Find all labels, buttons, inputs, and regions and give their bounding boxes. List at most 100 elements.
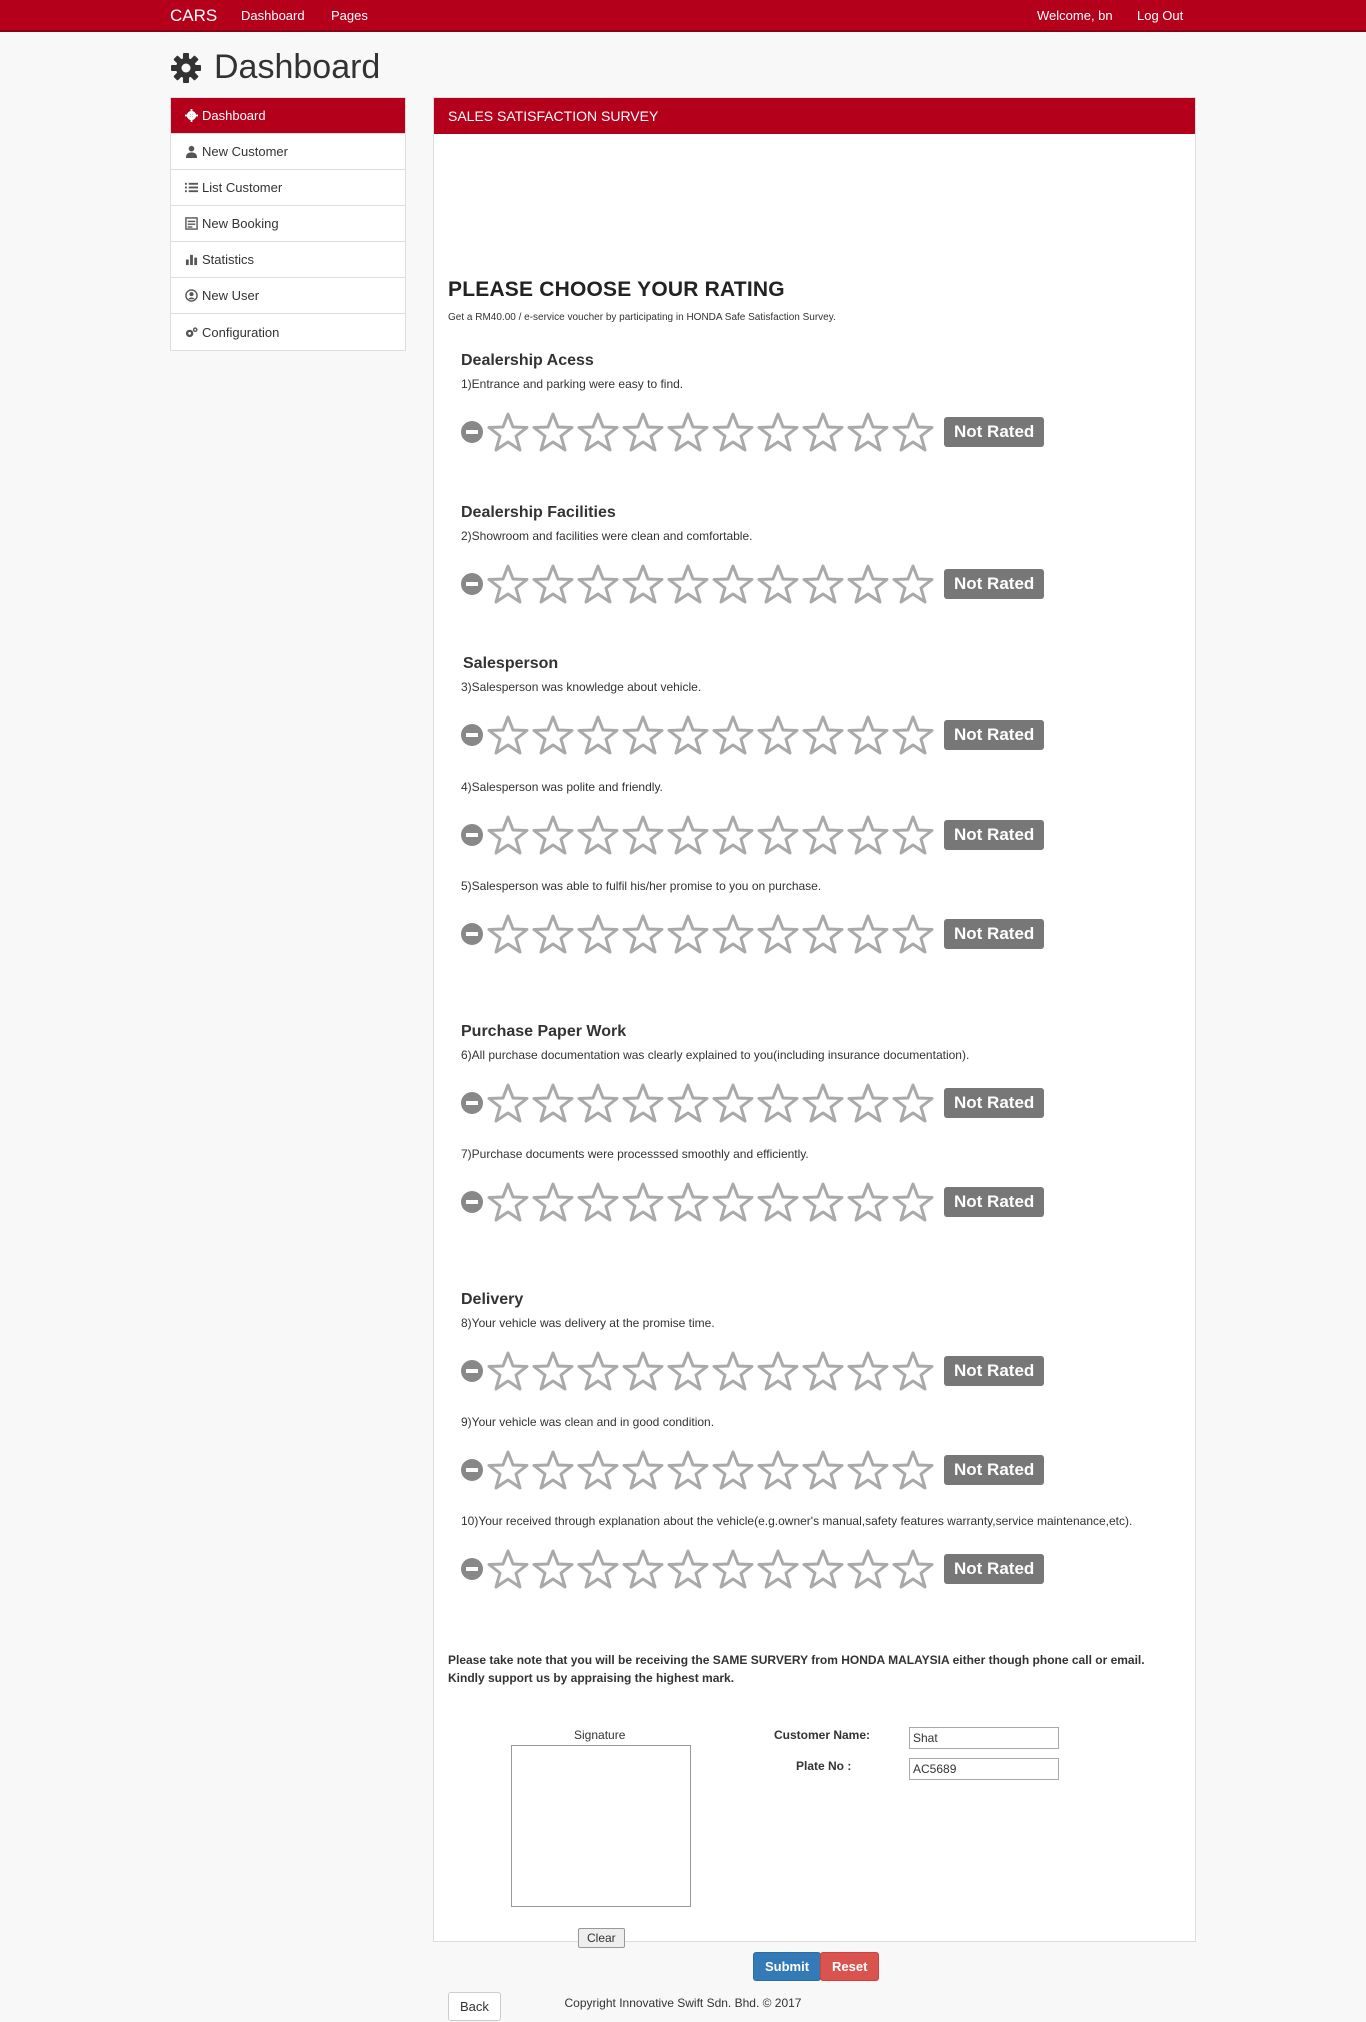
star-icon[interactable]	[802, 814, 844, 856]
star-icon[interactable]	[757, 1449, 799, 1491]
star-icon[interactable]	[847, 913, 889, 955]
star-icon[interactable]	[802, 411, 844, 453]
star-icon[interactable]	[847, 714, 889, 756]
sidebar-item-statistics[interactable]: Statistics	[171, 242, 405, 278]
star-icon[interactable]	[802, 913, 844, 955]
star-icon[interactable]	[712, 814, 754, 856]
nav-dashboard-link[interactable]: Dashboard	[241, 8, 305, 23]
star-icon[interactable]	[577, 411, 619, 453]
star-icon[interactable]	[847, 814, 889, 856]
star-icon[interactable]	[847, 1181, 889, 1223]
star-icon[interactable]	[622, 1181, 664, 1223]
logout-link[interactable]: Log Out	[1137, 8, 1183, 23]
star-icon[interactable]	[532, 563, 574, 605]
star-icon[interactable]	[577, 1449, 619, 1491]
star-icon[interactable]	[577, 1181, 619, 1223]
star-icon[interactable]	[892, 814, 934, 856]
star-icon[interactable]	[847, 563, 889, 605]
star-icon[interactable]	[757, 814, 799, 856]
reset-button[interactable]: Reset	[820, 1952, 880, 1981]
star-icon[interactable]	[802, 714, 844, 756]
sidebar-item-new-customer[interactable]: New Customer	[171, 134, 405, 170]
star-icon[interactable]	[487, 1449, 529, 1491]
star-icon[interactable]	[487, 1181, 529, 1223]
clear-rating-icon[interactable]	[461, 1191, 483, 1213]
star-icon[interactable]	[667, 1548, 709, 1590]
star-icon[interactable]	[757, 913, 799, 955]
sidebar-item-new-user[interactable]: New User	[171, 278, 405, 314]
star-icon[interactable]	[847, 1082, 889, 1124]
star-icon[interactable]	[802, 1449, 844, 1491]
star-icon[interactable]	[667, 1082, 709, 1124]
star-icon[interactable]	[577, 1350, 619, 1392]
star-icon[interactable]	[757, 563, 799, 605]
star-icon[interactable]	[577, 913, 619, 955]
star-icon[interactable]	[712, 563, 754, 605]
signature-pad[interactable]	[511, 1745, 691, 1907]
star-icon[interactable]	[847, 1350, 889, 1392]
star-icon[interactable]	[532, 814, 574, 856]
star-icon[interactable]	[487, 411, 529, 453]
brand-link[interactable]: CARS	[170, 6, 217, 26]
star-icon[interactable]	[622, 714, 664, 756]
clear-rating-icon[interactable]	[461, 421, 483, 443]
star-icon[interactable]	[667, 1181, 709, 1223]
star-icon[interactable]	[622, 814, 664, 856]
star-icon[interactable]	[532, 1350, 574, 1392]
star-icon[interactable]	[712, 1082, 754, 1124]
star-icon[interactable]	[802, 563, 844, 605]
star-icon[interactable]	[802, 1082, 844, 1124]
star-icon[interactable]	[757, 1082, 799, 1124]
star-icon[interactable]	[667, 913, 709, 955]
star-icon[interactable]	[712, 1350, 754, 1392]
star-icon[interactable]	[487, 814, 529, 856]
star-icon[interactable]	[892, 1181, 934, 1223]
clear-rating-icon[interactable]	[461, 923, 483, 945]
star-icon[interactable]	[892, 714, 934, 756]
customer-name-input[interactable]	[909, 1727, 1059, 1749]
star-icon[interactable]	[532, 913, 574, 955]
star-icon[interactable]	[532, 714, 574, 756]
star-icon[interactable]	[892, 1548, 934, 1590]
star-icon[interactable]	[487, 1548, 529, 1590]
star-icon[interactable]	[667, 563, 709, 605]
star-icon[interactable]	[757, 1350, 799, 1392]
star-icon[interactable]	[892, 411, 934, 453]
star-icon[interactable]	[667, 1449, 709, 1491]
star-icon[interactable]	[532, 1449, 574, 1491]
star-icon[interactable]	[622, 1449, 664, 1491]
star-icon[interactable]	[487, 563, 529, 605]
star-icon[interactable]	[757, 1548, 799, 1590]
star-icon[interactable]	[847, 1548, 889, 1590]
star-icon[interactable]	[577, 814, 619, 856]
clear-rating-icon[interactable]	[461, 724, 483, 746]
star-icon[interactable]	[577, 1082, 619, 1124]
sidebar-item-configuration[interactable]: Configuration	[171, 314, 405, 350]
star-icon[interactable]	[577, 563, 619, 605]
star-icon[interactable]	[487, 714, 529, 756]
star-icon[interactable]	[622, 1082, 664, 1124]
star-icon[interactable]	[802, 1350, 844, 1392]
star-icon[interactable]	[712, 411, 754, 453]
star-icon[interactable]	[802, 1548, 844, 1590]
star-icon[interactable]	[622, 411, 664, 453]
star-icon[interactable]	[667, 411, 709, 453]
star-icon[interactable]	[892, 1350, 934, 1392]
star-icon[interactable]	[622, 1548, 664, 1590]
clear-rating-icon[interactable]	[461, 1558, 483, 1580]
star-icon[interactable]	[892, 1449, 934, 1491]
star-icon[interactable]	[532, 1181, 574, 1223]
clear-rating-icon[interactable]	[461, 1459, 483, 1481]
star-icon[interactable]	[487, 1350, 529, 1392]
clear-rating-icon[interactable]	[461, 573, 483, 595]
star-icon[interactable]	[757, 1181, 799, 1223]
clear-signature-button[interactable]: Clear	[578, 1928, 625, 1948]
sidebar-item-list-customer[interactable]: List Customer	[171, 170, 405, 206]
star-icon[interactable]	[712, 1449, 754, 1491]
star-icon[interactable]	[712, 1181, 754, 1223]
plate-no-input[interactable]	[909, 1758, 1059, 1780]
clear-rating-icon[interactable]	[461, 824, 483, 846]
star-icon[interactable]	[577, 714, 619, 756]
sidebar-item-new-booking[interactable]: New Booking	[171, 206, 405, 242]
star-icon[interactable]	[487, 1082, 529, 1124]
